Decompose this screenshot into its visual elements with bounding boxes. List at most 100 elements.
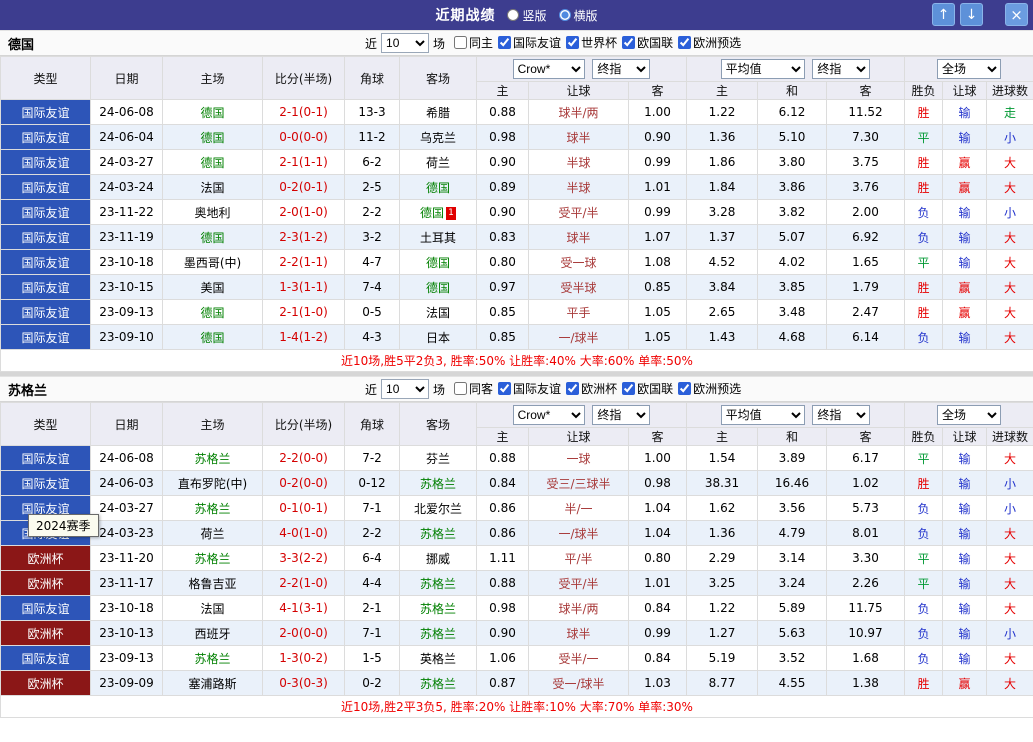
filter-checkbox-input[interactable] [566,36,579,49]
team-name[interactable]: 苏格兰 [420,527,456,541]
home-team-cell[interactable]: 荷兰 [163,521,263,546]
team-name[interactable]: 美国 [200,281,224,295]
team-name[interactable]: 土耳其 [420,231,456,245]
away-team-cell[interactable]: 芬兰 [400,446,477,471]
team-name[interactable]: 苏格兰 [420,677,456,691]
team-name[interactable]: 西班牙 [194,627,230,641]
team-name[interactable]: 墨西哥(中) [184,256,241,270]
scroll-up-button[interactable]: ↑ [932,3,955,26]
home-team-cell[interactable]: 苏格兰 [163,646,263,671]
filter-checkbox-国际友谊[interactable]: 国际友谊 [498,380,561,397]
filter-checkbox-input[interactable] [566,382,579,395]
home-team-cell[interactable]: 德国 [163,300,263,325]
fulltime-select[interactable]: 全场 [937,405,1001,425]
away-team-cell[interactable]: 土耳其 [400,225,477,250]
match-count-select[interactable]: 10 [381,33,429,53]
away-team-cell[interactable]: 希腊 [400,100,477,125]
average-odds-select[interactable]: 平均值 [721,59,805,79]
team-name[interactable]: 德国 [426,281,450,295]
filter-checkbox-欧国联[interactable]: 欧国联 [622,380,673,397]
team-name[interactable]: 荷兰 [426,156,450,170]
layout-radio-horizontal[interactable]: 横版 [559,7,598,24]
team-name[interactable]: 德国 [200,156,224,170]
home-team-cell[interactable]: 奥地利 [163,200,263,225]
team-name[interactable]: 塞浦路斯 [188,677,236,691]
odds-time-select[interactable]: 终指 [592,59,650,79]
away-team-cell[interactable]: 苏格兰 [400,521,477,546]
filter-checkbox-input[interactable] [498,382,511,395]
home-team-cell[interactable]: 直布罗陀(中) [163,471,263,496]
home-team-cell[interactable]: 苏格兰 [163,546,263,571]
filter-checkbox-input[interactable] [678,382,691,395]
away-team-cell[interactable]: 乌克兰 [400,125,477,150]
team-name[interactable]: 德国 [420,206,444,220]
scroll-down-button[interactable]: ↓ [960,3,983,26]
filter-checkbox-国际友谊[interactable]: 国际友谊 [498,34,561,51]
away-team-cell[interactable]: 苏格兰 [400,671,477,696]
team-name[interactable]: 英格兰 [420,652,456,666]
average-time-select[interactable]: 终指 [812,405,870,425]
away-team-cell[interactable]: 德国 [400,175,477,200]
home-team-cell[interactable]: 美国 [163,275,263,300]
team-name[interactable]: 乌克兰 [420,131,456,145]
home-team-cell[interactable]: 苏格兰 [163,446,263,471]
team-name[interactable]: 法国 [200,181,224,195]
team-name[interactable]: 法国 [200,602,224,616]
home-team-cell[interactable]: 德国 [163,100,263,125]
team-name[interactable]: 苏格兰 [194,552,230,566]
away-team-cell[interactable]: 德国1 [400,200,477,225]
team-name[interactable]: 希腊 [426,106,450,120]
team-name[interactable]: 奥地利 [194,206,230,220]
away-team-cell[interactable]: 英格兰 [400,646,477,671]
home-team-cell[interactable]: 格鲁吉亚 [163,571,263,596]
filter-checkbox-同客[interactable]: 同客 [454,380,493,397]
home-team-cell[interactable]: 德国 [163,125,263,150]
away-team-cell[interactable]: 日本 [400,325,477,350]
filter-checkbox-input[interactable] [454,382,467,395]
home-team-cell[interactable]: 德国 [163,325,263,350]
filter-checkbox-input[interactable] [622,36,635,49]
team-name[interactable]: 苏格兰 [420,627,456,641]
away-team-cell[interactable]: 德国 [400,250,477,275]
away-team-cell[interactable]: 法国 [400,300,477,325]
home-team-cell[interactable]: 塞浦路斯 [163,671,263,696]
bookmaker-select[interactable]: Crow* [513,405,585,425]
match-count-select[interactable]: 10 [381,379,429,399]
filter-checkbox-欧洲预选[interactable]: 欧洲预选 [678,34,741,51]
team-name[interactable]: 苏格兰 [194,452,230,466]
away-team-cell[interactable]: 苏格兰 [400,571,477,596]
average-odds-select[interactable]: 平均值 [721,405,805,425]
team-name[interactable]: 芬兰 [426,452,450,466]
average-time-select[interactable]: 终指 [812,59,870,79]
team-name[interactable]: 苏格兰 [420,577,456,591]
team-name[interactable]: 德国 [426,181,450,195]
filter-checkbox-input[interactable] [678,36,691,49]
filter-checkbox-同主[interactable]: 同主 [454,34,493,51]
away-team-cell[interactable]: 北爱尔兰 [400,496,477,521]
team-name[interactable]: 荷兰 [200,527,224,541]
odds-time-select[interactable]: 终指 [592,405,650,425]
home-team-cell[interactable]: 法国 [163,596,263,621]
team-name[interactable]: 苏格兰 [194,502,230,516]
team-name[interactable]: 格鲁吉亚 [188,577,236,591]
home-team-cell[interactable]: 法国 [163,175,263,200]
filter-checkbox-欧国联[interactable]: 欧国联 [622,34,673,51]
home-team-cell[interactable]: 德国 [163,150,263,175]
away-team-cell[interactable]: 挪威 [400,546,477,571]
team-name[interactable]: 苏格兰 [194,652,230,666]
team-name[interactable]: 苏格兰 [420,477,456,491]
home-team-cell[interactable]: 苏格兰 [163,496,263,521]
home-team-cell[interactable]: 墨西哥(中) [163,250,263,275]
team-name[interactable]: 德国 [200,231,224,245]
close-icon[interactable]: × [1005,3,1028,26]
filter-checkbox-欧洲预选[interactable]: 欧洲预选 [678,380,741,397]
away-team-cell[interactable]: 荷兰 [400,150,477,175]
filter-checkbox-欧洲杯[interactable]: 欧洲杯 [566,380,617,397]
away-team-cell[interactable]: 苏格兰 [400,471,477,496]
team-name[interactable]: 德国 [200,106,224,120]
team-name[interactable]: 德国 [200,331,224,345]
filter-checkbox-世界杯[interactable]: 世界杯 [566,34,617,51]
filter-checkbox-input[interactable] [622,382,635,395]
layout-radio-horizontal-input[interactable] [559,9,571,21]
team-name[interactable]: 日本 [426,331,450,345]
